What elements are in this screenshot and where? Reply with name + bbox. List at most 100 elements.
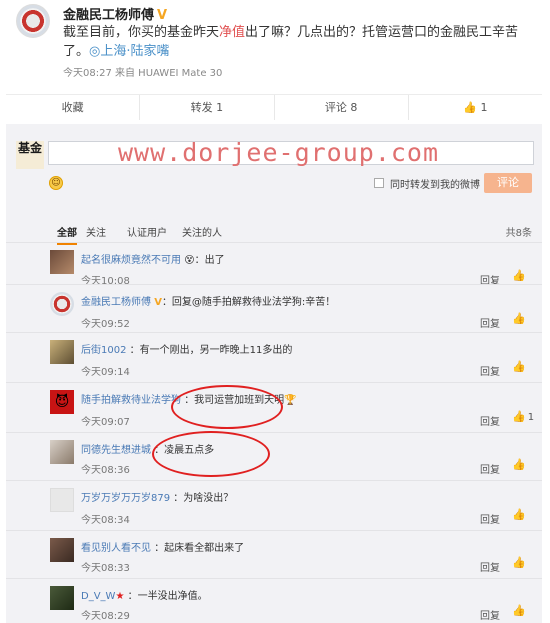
commenter-name[interactable]: 同德先生想进城 xyxy=(81,445,151,456)
comment-like-button[interactable]: 👍 xyxy=(512,508,526,521)
comment-row: 起名很麻烦竟然不可用 😵：出了 今天10:08 回复 👍 xyxy=(6,242,542,287)
comment-row: 😈 随手拍解救待业法学狗 ：我司运营加班到天明🏆 今天09:07 回复 👍 1 xyxy=(6,382,542,432)
comment-like-button[interactable]: 👍 xyxy=(512,269,526,282)
commenter-avatar[interactable] xyxy=(50,340,74,364)
reply-button[interactable]: 回复 xyxy=(480,607,500,622)
post-text: 截至目前，你买的基金昨天净值出了嘛？几点出的？托管运营口的金融民工辛苦了。◎上海… xyxy=(63,23,533,61)
comment-text: ：为啥没出？ xyxy=(173,493,234,504)
comment-content: 金融民工杨师傅 V：回复@随手拍解救待业法学狗:辛苦！ xyxy=(81,293,335,308)
star-icon: ★ xyxy=(115,591,125,602)
tab-verified[interactable]: 认证用户 xyxy=(127,224,167,239)
comment-content: D_V_W★ ：一半没出净值。 xyxy=(81,587,208,602)
tab-follow[interactable]: 关注 xyxy=(86,224,106,239)
reply-button[interactable]: 回复 xyxy=(480,363,500,378)
thumbs-up-icon: 👍 xyxy=(512,312,526,325)
thumbs-up-icon: 👍 xyxy=(512,360,526,373)
thumbs-up-icon: 👍 xyxy=(512,508,526,521)
comment-like-button[interactable]: 👍 xyxy=(512,458,526,471)
commenter-name[interactable]: 金融民工杨师傅 xyxy=(81,297,151,308)
commenter-avatar[interactable] xyxy=(50,586,74,610)
commenter-avatar[interactable] xyxy=(50,488,74,512)
watermark: www.dorjee-group.com xyxy=(118,138,440,167)
reply-button[interactable]: 回复 xyxy=(480,413,500,428)
post-text-highlight: 净值 xyxy=(219,25,246,40)
comment-text: ：我司运营加班到天明 xyxy=(184,395,285,406)
commenter-avatar[interactable] xyxy=(50,440,74,464)
repost-checkbox[interactable] xyxy=(374,178,384,188)
thumbs-up-icon: 👍 xyxy=(463,101,477,114)
emoji-icon: 🏆 xyxy=(284,395,297,406)
comment-text: ：回复@随手拍解救待业法学狗:辛苦！ xyxy=(161,297,336,308)
verified-icon: V xyxy=(157,8,168,23)
reply-button[interactable]: 回复 xyxy=(480,461,500,476)
post-text-part: 截至目前，你买的基金昨天 xyxy=(63,25,220,40)
comment-text: ：一半没出净值。 xyxy=(127,591,208,602)
author-name-text[interactable]: 金融民工杨师傅 xyxy=(63,8,154,23)
commenter-avatar[interactable] xyxy=(50,292,74,316)
tab-all[interactable]: 全部 xyxy=(57,224,77,245)
like-button[interactable]: 👍 1 xyxy=(409,95,542,120)
self-avatar-label: 基金 xyxy=(17,141,42,155)
thumbs-up-icon: 👍 xyxy=(512,410,526,423)
commenter-name[interactable]: 随手拍解救待业法学狗 xyxy=(81,395,181,406)
comment-time: 今天09:07 xyxy=(81,417,130,428)
comment-like-count: 1 xyxy=(527,412,535,423)
comment-row: 后街1002 ：有一个刚出，另一昨晚上11多出的 今天09:14 回复 👍 xyxy=(6,332,542,382)
comment-text: ：凌晨五点多 xyxy=(154,445,215,456)
comment-row: D_V_W★ ：一半没出净值。 今天08:29 回复 👍 xyxy=(6,578,542,623)
comment-content: 同德先生想进城 ：凌晨五点多 xyxy=(81,441,214,456)
commenter-name[interactable]: D_V_W xyxy=(81,591,115,602)
favorite-button[interactable]: 收藏 xyxy=(6,95,141,120)
location-link[interactable]: ◎上海·陆家嘴 xyxy=(89,44,169,59)
comment-like-button[interactable]: 👍 xyxy=(512,360,526,373)
reply-button[interactable]: 回复 xyxy=(480,511,500,526)
emoji-icon[interactable]: ☺ xyxy=(49,176,63,190)
post-meta: 今天08:27 来自 HUAWEI Mate 30 xyxy=(63,68,223,79)
comment-tabs: 全部 关注 认证用户 关注的人 共8条 xyxy=(6,220,542,245)
thumbs-up-icon: 👍 xyxy=(512,556,526,569)
reply-button[interactable]: 回复 xyxy=(480,315,500,330)
commenter-avatar[interactable] xyxy=(50,538,74,562)
commenter-avatar[interactable] xyxy=(50,250,74,274)
comment-time: 今天08:36 xyxy=(81,465,130,476)
thumbs-up-icon: 👍 xyxy=(512,458,526,471)
comment-time: 今天09:52 xyxy=(81,319,130,330)
reply-button[interactable]: 回复 xyxy=(480,559,500,574)
commenter-name[interactable]: 起名很麻烦竟然不可用 xyxy=(81,255,181,266)
comment-row: 看见别人看不见 ：起床看全都出来了 今天08:33 回复 👍 xyxy=(6,530,542,578)
comment-content: 随手拍解救待业法学狗 ：我司运营加班到天明🏆 xyxy=(81,391,297,406)
comment-like-button[interactable]: 👍 xyxy=(512,556,526,569)
comment-time: 今天09:14 xyxy=(81,367,130,378)
comment-like-button[interactable]: 👍 xyxy=(512,604,526,617)
thumbs-up-icon: 👍 xyxy=(512,269,526,282)
comment-count: 共8条 xyxy=(505,228,532,239)
comment-content: 后街1002 ：有一个刚出，另一昨晚上11多出的 xyxy=(81,341,292,356)
tab-followed-by[interactable]: 关注的人 xyxy=(182,224,222,239)
weibo-post: 金融民工杨师傅 V 截至目前，你买的基金昨天净值出了嘛？几点出的？托管运营口的金融… xyxy=(0,0,550,90)
submit-comment-button[interactable]: 评论 xyxy=(484,173,532,193)
author-avatar[interactable] xyxy=(16,4,50,38)
commenter-name[interactable]: 看见别人看不见 xyxy=(81,543,151,554)
repost-label: 同时转发到我的微博 xyxy=(390,180,480,191)
comment-text: ：起床看全都出来了 xyxy=(154,543,245,554)
verified-icon: V xyxy=(154,297,162,308)
comment-like-button[interactable]: 👍 xyxy=(512,312,526,325)
thumbs-up-icon: 👍 xyxy=(512,604,526,617)
self-avatar: 基金 xyxy=(16,141,44,169)
comment-row: 金融民工杨师傅 V：回复@随手拍解救待业法学狗:辛苦！ 今天09:52 回复 👍 xyxy=(6,284,542,332)
comment-content: 万岁万岁万万岁879 ：为啥没出？ xyxy=(81,489,233,504)
comment-content: 起名很麻烦竟然不可用 😵：出了 xyxy=(81,251,225,266)
comment-row: 同德先生想进城 ：凌晨五点多 今天08:36 回复 👍 xyxy=(6,432,542,480)
comment-content: 看见别人看不见 ：起床看全都出来了 xyxy=(81,539,244,554)
comment-time: 今天08:33 xyxy=(81,563,130,574)
commenter-name[interactable]: 万岁万岁万万岁879 xyxy=(81,493,170,504)
commenter-avatar[interactable]: 😈 xyxy=(50,390,74,414)
author-name[interactable]: 金融民工杨师傅 V xyxy=(63,4,167,23)
commenter-name[interactable]: 后街1002 xyxy=(81,345,126,356)
comment-section: 基金 www.dorjee-group.com ☺ 同时转发到我的微博 评论 全… xyxy=(6,124,542,623)
comment-time: 今天08:29 xyxy=(81,611,130,622)
like-count: 1 xyxy=(480,101,488,114)
repost-button[interactable]: 转发 1 xyxy=(140,95,275,120)
comment-like-button[interactable]: 👍 1 xyxy=(512,410,534,423)
comment-button[interactable]: 评论 8 xyxy=(275,95,409,120)
